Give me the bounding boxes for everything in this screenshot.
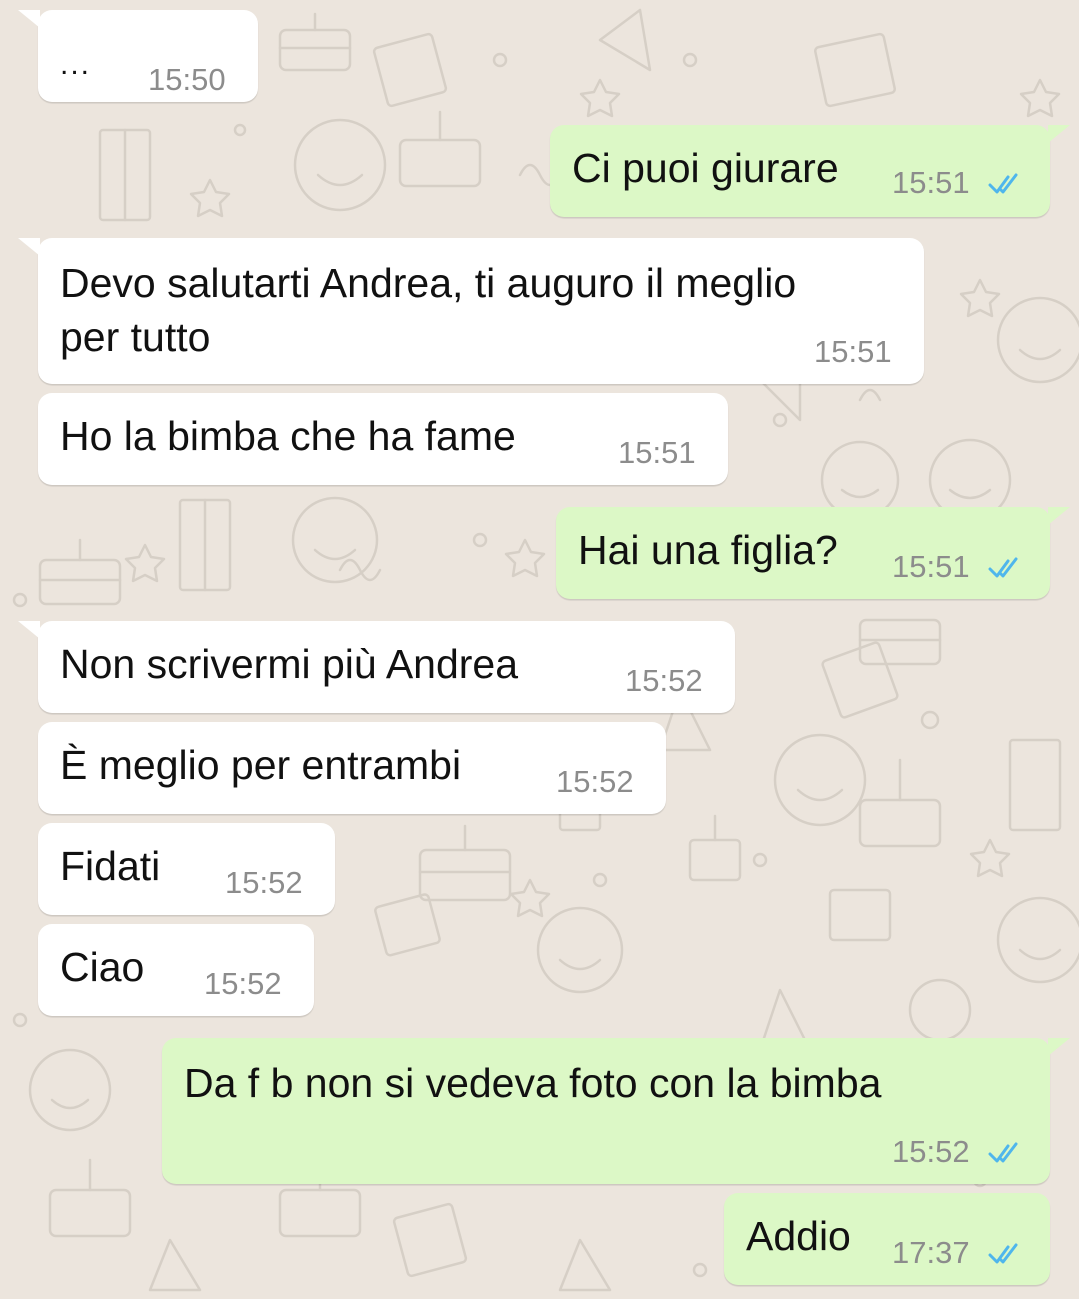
message-bubble-incoming[interactable]: Fidati 15:52 xyxy=(38,823,335,915)
message-text: È meglio per entrambi xyxy=(60,742,462,788)
message-timestamp: 17:37 xyxy=(892,1235,970,1270)
bubble-tail xyxy=(1048,507,1070,525)
message-text: Addio xyxy=(746,1213,851,1259)
message-timestamp: 15:52 xyxy=(225,865,303,900)
message-text: Ho la bimba che ha fame xyxy=(60,413,516,459)
read-receipt-icon xyxy=(988,1142,1018,1163)
message-bubble-incoming[interactable]: Ho la bimba che ha fame 15:51 xyxy=(38,393,728,485)
message-text: Da f b non si vedeva foto con la bimba xyxy=(184,1060,882,1106)
message-bubble-incoming[interactable]: Non scrivermi più Andrea 15:52 xyxy=(18,621,735,713)
message-bubble-incoming[interactable]: ... 15:50 xyxy=(18,10,258,102)
message-text: Ciao xyxy=(60,944,145,990)
message-timestamp: 15:51 xyxy=(892,549,970,584)
message-bubble-outgoing[interactable]: Hai una figlia? 15:51 xyxy=(556,507,1070,599)
message-text: Hai una figlia? xyxy=(578,527,838,573)
message-timestamp: 15:51 xyxy=(618,435,696,470)
message-text: Fidati xyxy=(60,843,161,889)
message-timestamp: 15:51 xyxy=(814,334,892,369)
bubble-tail xyxy=(1048,1038,1070,1056)
read-receipt-icon xyxy=(988,557,1018,578)
message-bubble-incoming[interactable]: È meglio per entrambi 15:52 xyxy=(38,722,666,814)
message-text-line-2: per tutto xyxy=(60,314,211,360)
message-timestamp: 15:52 xyxy=(625,663,703,698)
message-text: Non scrivermi più Andrea xyxy=(60,641,519,687)
message-text-line-1: Devo salutarti Andrea, ti auguro il megl… xyxy=(60,260,797,306)
bubble-tail xyxy=(18,10,40,28)
message-timestamp: 15:52 xyxy=(556,764,634,799)
read-receipt-icon xyxy=(988,1243,1018,1264)
message-bubble-incoming[interactable]: Ciao 15:52 xyxy=(38,924,314,1016)
message-bubble-outgoing[interactable]: Addio 17:37 xyxy=(724,1193,1050,1285)
message-text: ... xyxy=(60,48,92,81)
read-receipt-icon xyxy=(988,173,1018,194)
bubble-tail xyxy=(18,238,40,256)
message-timestamp: 15:50 xyxy=(148,62,226,97)
bubble-tail xyxy=(1048,125,1070,143)
message-text: Ci puoi giurare xyxy=(572,145,839,191)
message-bubble-outgoing[interactable]: Da f b non si vedeva foto con la bimba 1… xyxy=(162,1038,1070,1184)
message-bubble-outgoing[interactable]: Ci puoi giurare 15:51 xyxy=(550,125,1070,217)
message-timestamp: 15:51 xyxy=(892,165,970,200)
message-timestamp: 15:52 xyxy=(892,1134,970,1169)
bubble-tail xyxy=(18,621,40,639)
message-bubble-incoming[interactable]: Devo salutarti Andrea, ti auguro il megl… xyxy=(18,238,924,384)
message-timestamp: 15:52 xyxy=(204,966,282,1001)
